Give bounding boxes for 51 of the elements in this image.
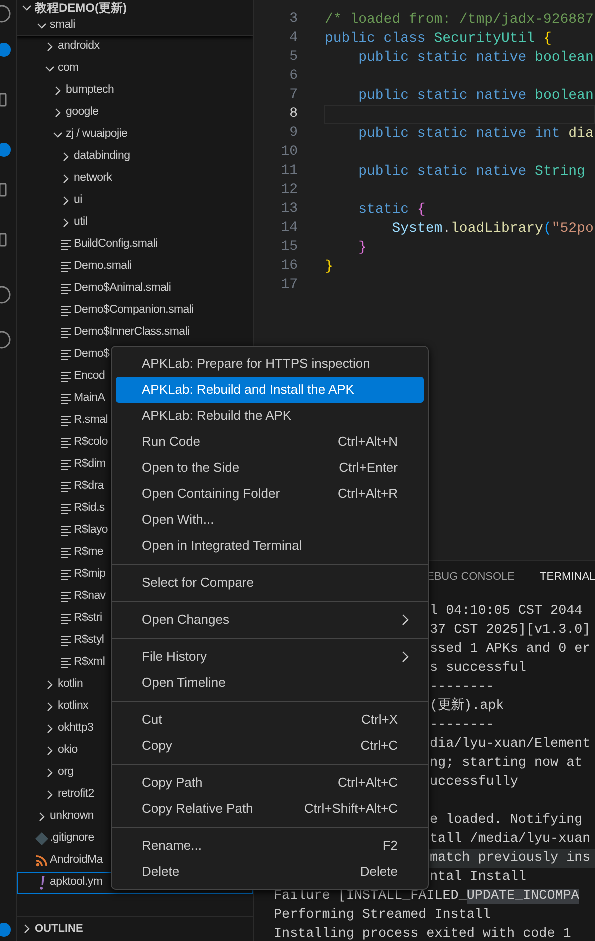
terminal-line: e loaded. Notifying [430,813,583,828]
terminal-line: ng; starting now at [430,756,583,771]
line-number: 6 [288,67,298,86]
code-line: public static native String [358,163,586,181]
terminal-line: Performing Streamed Install [273,907,492,925]
shortcut-text: Ctrl+Alt+R [338,485,398,504]
terminal-line: 37 CST 2025][v1.3.0] [430,623,591,638]
terminal-line: ntal Install [430,870,526,885]
terminal-line: tall /media/lyu-xuan [430,832,591,847]
terminal-line: uccessfully [430,775,518,790]
line-number: 9 [288,124,298,143]
code-line: public class SecurityUtil { [324,30,553,48]
shortcut-text: Ctrl+X [362,711,398,730]
terminal-line: l 04:10:05 CST 2044 [430,604,583,619]
terminal-line: -------- [430,718,494,733]
shortcut-text: Ctrl+Alt+N [338,433,398,452]
shortcut-text: F2 [382,837,398,856]
code-line: public static native int dia [358,125,595,143]
shortcut-text: Ctrl+C [360,737,398,756]
terminal-line: dia/lyu-xuan/Element [430,737,591,752]
line-number: 15 [280,238,298,257]
code-line: System.loadLibrary("52po [391,220,595,238]
shortcut-text: Ctrl+Shift+Alt+C [304,800,398,818]
terminal-line: -------- [430,680,494,695]
terminal-line: (更新).apk [430,699,504,714]
line-number: 12 [280,181,298,200]
shortcut-text: Ctrl+Alt+C [338,774,398,792]
code-line: } [358,239,368,257]
code-line: public static native boolean [358,87,595,105]
code-line: } [324,258,334,276]
line-number: 8 [288,105,298,124]
line-number: 16 [280,257,298,276]
terminal-line: ssed 1 APKs and 0 er [430,642,591,657]
line-number: 4 [288,29,298,48]
line-number: 13 [280,200,298,219]
terminal-line: match previously ins [430,851,591,866]
line-number: 17 [280,276,298,295]
code-line: /* loaded from: /tmp/jadx-926887 [324,11,595,29]
line-number: 3 [288,10,298,29]
shortcut-text: Ctrl+Enter [339,459,398,478]
line-number: 14 [280,219,298,238]
shortcut-text: Delete [360,863,398,882]
line-number: 7 [288,86,298,105]
terminal-line: Installing process exited with code 1 [273,926,572,941]
line-number: 5 [288,48,298,67]
line-number: 10 [280,143,298,162]
code-line: public static native boolean [358,49,595,67]
code-line: static { [358,201,427,219]
line-number: 11 [280,162,298,181]
terminal-line: s successful [430,661,526,676]
terminal-line: Failure [INSTALL_FAILED_UPDATE_INCOMPA [273,888,580,906]
